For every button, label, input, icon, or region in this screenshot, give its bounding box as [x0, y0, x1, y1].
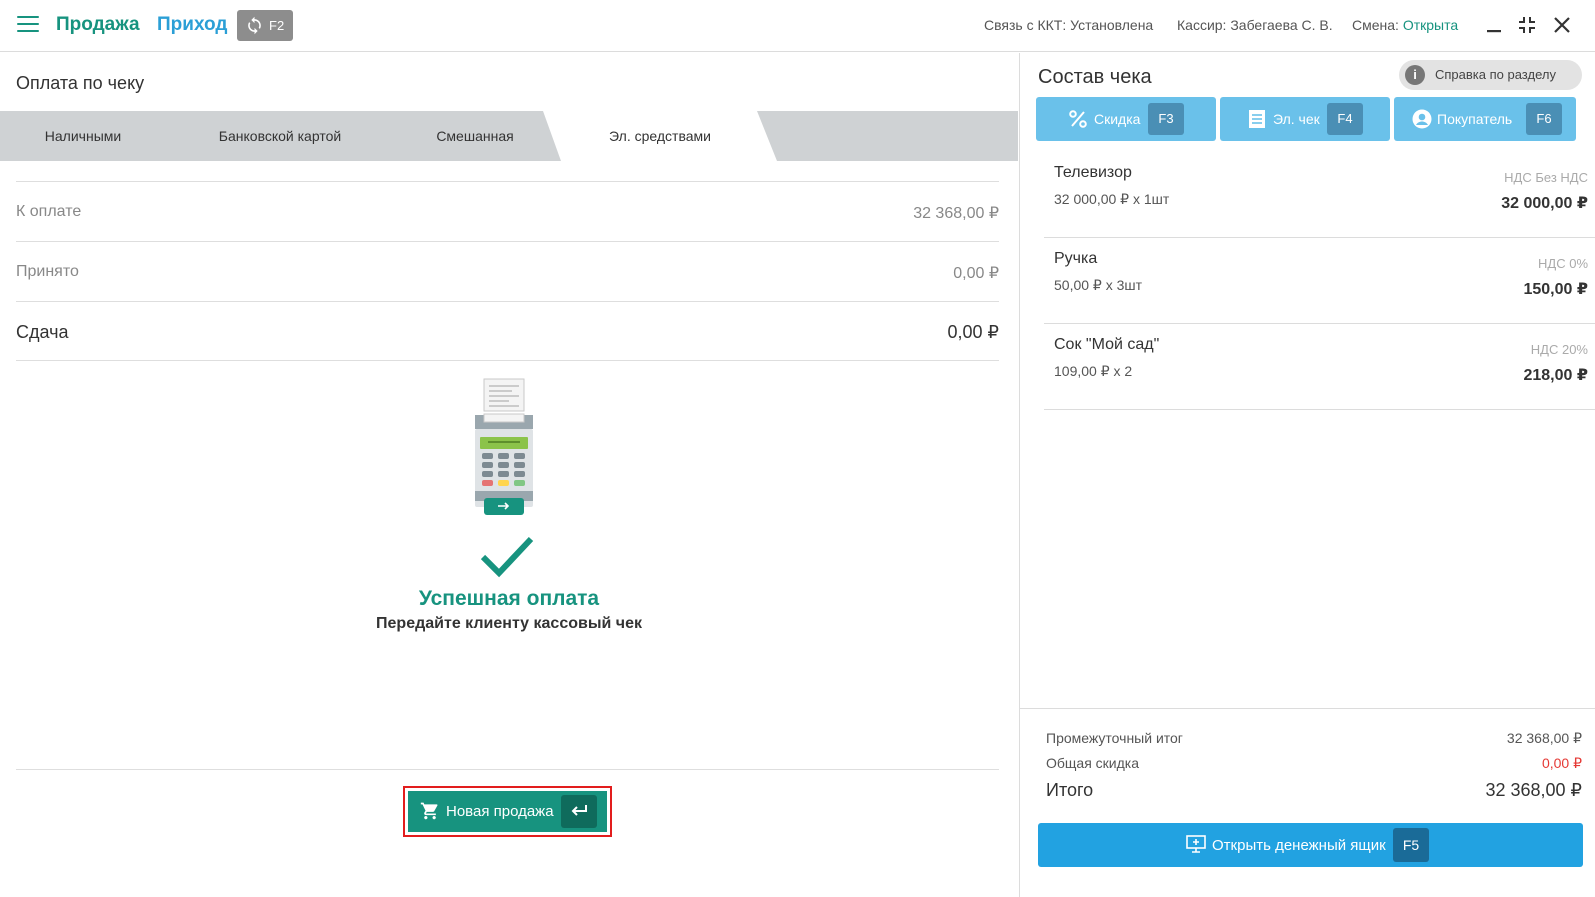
e-receipt-label: Эл. чек [1273, 111, 1320, 127]
subtotal-row: Промежуточный итог 32 368,00 ₽ [1046, 730, 1582, 746]
discount-total-value: 0,00 ₽ [1541, 755, 1582, 771]
item-quantity: 50,00 ₽ х 3шт [1054, 277, 1143, 293]
amount-due-value: 32 368,00 ₽ [913, 205, 999, 222]
shift-value: Открыта [1402, 17, 1459, 33]
total-value: 32 368,00 ₽ [1485, 780, 1582, 800]
minimize-icon[interactable] [1483, 14, 1505, 36]
total-label: Итого [1046, 780, 1094, 800]
e-receipt-key: F4 [1327, 103, 1363, 135]
operation-type[interactable]: Приход [157, 14, 227, 36]
item-vat: НДС 20% [1530, 342, 1588, 357]
item-quantity: 109,00 ₽ х 2 [1054, 363, 1133, 379]
customer-key: F6 [1526, 103, 1562, 135]
cashier-name: Кассир: Забегаева С. В. [1177, 17, 1333, 33]
tab-electronic[interactable]: Эл. средствами [590, 111, 730, 161]
help-label: Справка по разделу [1435, 67, 1556, 82]
change-value: 0,00 ₽ [947, 322, 1000, 342]
cash-drawer-label: Открыть денежный ящик [1212, 837, 1386, 854]
customer-label: Покупатель [1437, 111, 1513, 127]
amount-due-label: К оплате [16, 203, 82, 220]
cash-drawer-icon [1186, 835, 1206, 853]
close-icon[interactable] [1551, 14, 1573, 36]
amount-due-row: К оплате 32 368,00 ₽ [16, 181, 999, 241]
total-row: Итого 32 368,00 ₽ [1046, 780, 1582, 801]
new-sale-label: Новая продажа [446, 803, 554, 820]
item-name: Телевизор [1054, 164, 1132, 181]
receipt-panel: Состав чека i Справка по разделу Скидка … [1019, 53, 1595, 897]
checkmark-icon [480, 536, 534, 578]
item-sum: 32 000,00 ₽ [1501, 195, 1588, 212]
change-row: Сдача 0,00 ₽ [16, 301, 999, 361]
change-label: Сдача [16, 322, 69, 342]
item-vat: НДС Без НДС [1504, 170, 1588, 185]
sync-icon [248, 16, 261, 35]
tab-card[interactable]: Банковской картой [205, 111, 355, 161]
open-cash-drawer-button[interactable]: Открыть денежный ящик F5 [1038, 823, 1583, 867]
success-subtitle: Передайте клиенту кассовый чек [376, 615, 642, 632]
e-receipt-button[interactable]: Эл. чек F4 [1220, 97, 1390, 141]
shift-label: Смена: [1352, 17, 1399, 33]
receipt-title: Состав чека [1038, 66, 1152, 88]
payment-title: Оплата по чеку [16, 73, 145, 93]
tab-cash[interactable]: Наличными [28, 111, 138, 161]
item-name: Ручка [1054, 250, 1098, 267]
shift-status: Смена: Открыта [1352, 17, 1458, 33]
item-sum: 150,00 ₽ [1523, 281, 1588, 298]
new-sale-button[interactable]: Новая продажа [408, 791, 607, 832]
new-sale-highlight: Новая продажа [403, 786, 612, 837]
user-icon [1412, 109, 1432, 129]
received-row: Принято 0,00 ₽ [16, 241, 999, 301]
tab-mixed[interactable]: Смешанная [420, 111, 530, 161]
received-label: Принято [16, 263, 79, 280]
item-vat: НДС 0% [1538, 256, 1588, 271]
receipt-item[interactable]: Телевизор 32 000,00 ₽ х 1шт НДС Без НДС … [1044, 152, 1595, 238]
payment-tabs: Наличными Банковской картой Смешанная Эл… [0, 111, 1018, 161]
kkt-status: Связь с ККТ: Установлена [984, 17, 1154, 33]
enter-key [561, 795, 597, 828]
subtotal-label: Промежуточный итог [1046, 730, 1183, 746]
sync-button[interactable]: F2 [237, 10, 293, 41]
customer-button[interactable]: Покупатель F6 [1394, 97, 1576, 141]
item-quantity: 32 000,00 ₽ х 1шт [1054, 191, 1170, 207]
payment-terminal-icon [475, 378, 533, 515]
help-button[interactable]: i Справка по разделу [1399, 60, 1582, 90]
enter-icon [571, 805, 587, 816]
discount-button[interactable]: Скидка F3 [1036, 97, 1216, 141]
menu-icon[interactable] [17, 16, 39, 34]
item-sum: 218,00 ₽ [1523, 367, 1588, 384]
receipt-icon [1249, 110, 1265, 128]
payment-panel: Оплата по чеку Наличными Банковской карт… [0, 53, 1018, 897]
sync-key: F2 [269, 18, 285, 33]
discount-row: Общая скидка 0,00 ₽ [1046, 755, 1582, 771]
info-icon: i [1405, 65, 1425, 85]
cash-drawer-key: F5 [1393, 828, 1429, 862]
success-title: Успешная оплата [418, 587, 600, 610]
divider [16, 769, 999, 770]
receipt-item[interactable]: Сок "Мой сад" 109,00 ₽ х 2 НДС 20% 218,0… [1044, 324, 1595, 410]
collapse-icon[interactable] [1516, 14, 1538, 36]
page-title: Продажа [56, 14, 140, 35]
cart-icon [420, 802, 438, 820]
receipt-item[interactable]: Ручка 50,00 ₽ х 3шт НДС 0% 150,00 ₽ [1044, 238, 1595, 324]
percent-icon [1069, 110, 1087, 128]
discount-total-label: Общая скидка [1046, 755, 1140, 771]
received-value: 0,00 ₽ [953, 265, 999, 282]
discount-key: F3 [1148, 103, 1184, 135]
subtotal-value: 32 368,00 ₽ [1506, 730, 1582, 746]
top-bar: Продажа Приход F2 Связь с ККТ: Установле… [0, 0, 1595, 52]
discount-label: Скидка [1094, 111, 1141, 127]
totals-section [1020, 708, 1595, 709]
item-name: Сок "Мой сад" [1054, 336, 1160, 353]
